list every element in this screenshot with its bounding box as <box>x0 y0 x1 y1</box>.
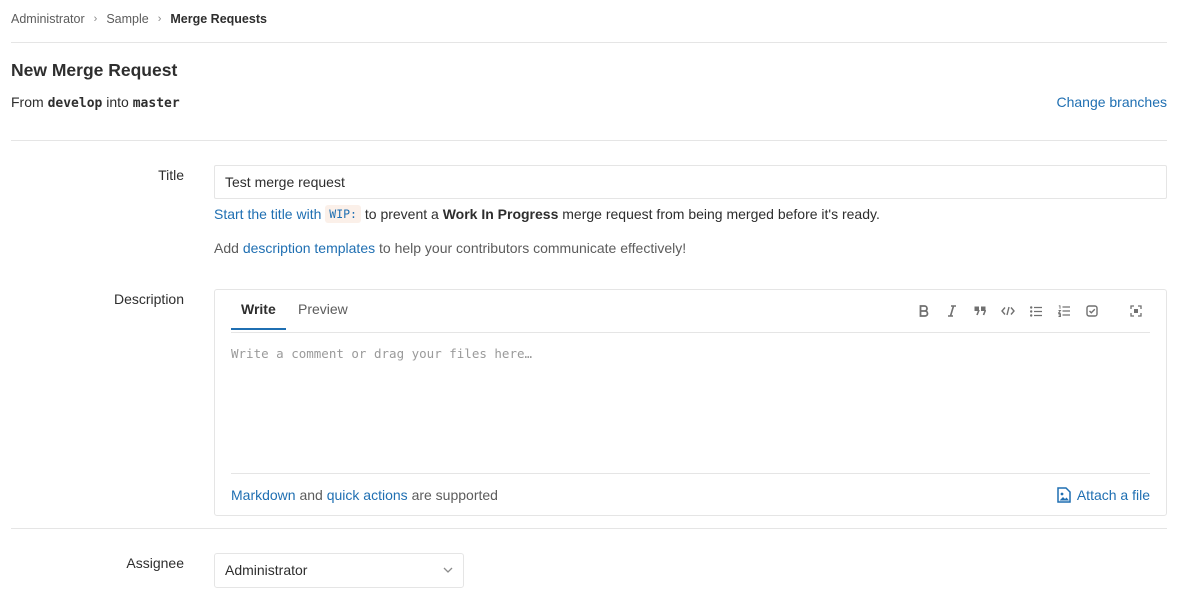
bullet-list-icon[interactable] <box>1022 302 1050 320</box>
divider <box>11 42 1167 43</box>
assignee-value: Administrator <box>225 562 308 578</box>
italic-icon[interactable] <box>938 302 966 320</box>
breadcrumb-current: Merge Requests <box>170 12 267 26</box>
wip-hint: Start the title with WIP: to prevent a W… <box>214 205 880 223</box>
assignee-label: Assignee <box>126 555 184 571</box>
wip-hint-end: merge request from being merged before i… <box>562 206 880 222</box>
wip-hint-middle: to prevent a <box>364 206 439 222</box>
templates-hint-prefix: Add <box>214 240 239 256</box>
wip-hint-link[interactable]: Start the title with WIP: <box>214 205 361 223</box>
into-word: into <box>106 94 129 110</box>
wip-code: WIP: <box>325 205 361 223</box>
description-editor: Write Preview Write a comment or drag yo… <box>214 289 1167 516</box>
description-templates-link[interactable]: description templates <box>243 240 375 256</box>
breadcrumb-item-sample[interactable]: Sample <box>106 12 148 26</box>
breadcrumb: Administrator › Sample › Merge Requests <box>11 11 267 27</box>
editor-tabs: Write Preview <box>231 290 1150 333</box>
source-branch: develop <box>47 96 103 111</box>
change-branches-link[interactable]: Change branches <box>1056 94 1167 110</box>
wip-hint-link-text: Start the title with <box>214 206 322 222</box>
supported-text: are supported <box>411 487 498 503</box>
code-icon[interactable] <box>994 302 1022 320</box>
page-title: New Merge Request <box>11 60 178 80</box>
and-word: and <box>299 487 323 503</box>
markdown-support-text: Markdown and quick actions are supported <box>231 487 498 503</box>
markdown-link[interactable]: Markdown <box>231 487 296 503</box>
fullscreen-icon[interactable] <box>1122 302 1150 320</box>
templates-hint: Add description templates to help your c… <box>214 240 686 256</box>
target-branch: master <box>132 96 180 111</box>
divider <box>11 528 1167 529</box>
title-input[interactable]: Test merge request <box>214 165 1167 199</box>
attach-file-label: Attach a file <box>1076 487 1150 503</box>
breadcrumb-separator: › <box>157 13 162 25</box>
markdown-toolbar <box>910 302 1150 320</box>
quick-actions-link[interactable]: quick actions <box>327 487 408 503</box>
templates-hint-suffix: to help your contributors communicate ef… <box>379 240 687 256</box>
tab-preview[interactable]: Preview <box>298 301 348 328</box>
description-label: Description <box>113 291 184 307</box>
bold-icon[interactable] <box>910 302 938 320</box>
description-textarea[interactable]: Write a comment or drag your files here… <box>231 346 1150 361</box>
divider <box>11 140 1167 141</box>
breadcrumb-separator: › <box>93 13 98 25</box>
chevron-down-icon <box>443 567 453 573</box>
from-prefix: From <box>11 94 44 110</box>
title-label: Title <box>158 167 184 183</box>
wip-hint-bold: Work In Progress <box>442 206 559 222</box>
branch-info: From develop into master <box>11 94 180 111</box>
breadcrumb-item-administrator[interactable]: Administrator <box>11 12 85 26</box>
attach-file-button[interactable]: Attach a file <box>1057 487 1150 503</box>
task-list-icon[interactable] <box>1078 302 1106 320</box>
quote-icon[interactable] <box>966 302 994 320</box>
editor-footer: Markdown and quick actions are supported… <box>231 473 1150 516</box>
tab-write[interactable]: Write <box>231 301 286 330</box>
numbered-list-icon[interactable] <box>1050 302 1078 320</box>
assignee-dropdown[interactable]: Administrator <box>214 553 464 588</box>
image-file-icon <box>1057 487 1071 503</box>
